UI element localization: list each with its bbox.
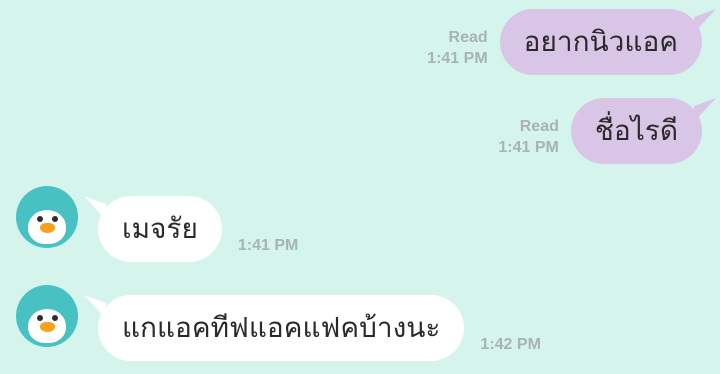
message-row-incoming: เมจรัย 1:41 PM — [0, 186, 720, 262]
message-row-incoming: แกแอคทีฟแอคแฟคบ้างนะ 1:42 PM — [0, 285, 720, 361]
message-time: 1:41 PM — [498, 139, 559, 156]
penguin-icon[interactable] — [16, 186, 78, 248]
message-bubble-incoming[interactable]: เมจรัย — [98, 196, 222, 262]
message-bubble-outgoing[interactable]: อยากนิวแอค — [499, 9, 702, 75]
message-meta: Read 1:41 PM — [427, 27, 487, 69]
message-meta: Read 1:41 PM — [498, 116, 558, 158]
message-time: 1:42 PM — [480, 336, 541, 353]
chat-thread: Read 1:41 PM อยากนิวแอค Read 1:41 PM ชื่… — [0, 0, 720, 374]
message-bubble-incoming[interactable]: แกแอคทีฟแอคแฟคบ้างนะ — [98, 295, 465, 361]
read-receipt: Read — [448, 29, 488, 46]
message-time: 1:41 PM — [237, 237, 299, 254]
message-row-outgoing: Read 1:41 PM ชื่อไรดี — [0, 98, 720, 164]
read-receipt: Read — [519, 118, 559, 135]
message-bubble-outgoing[interactable]: ชื่อไรดี — [570, 98, 702, 164]
message-row-outgoing: Read 1:41 PM อยากนิวแอค — [0, 9, 720, 75]
message-time: 1:41 PM — [427, 50, 488, 67]
penguin-icon[interactable] — [16, 285, 78, 347]
